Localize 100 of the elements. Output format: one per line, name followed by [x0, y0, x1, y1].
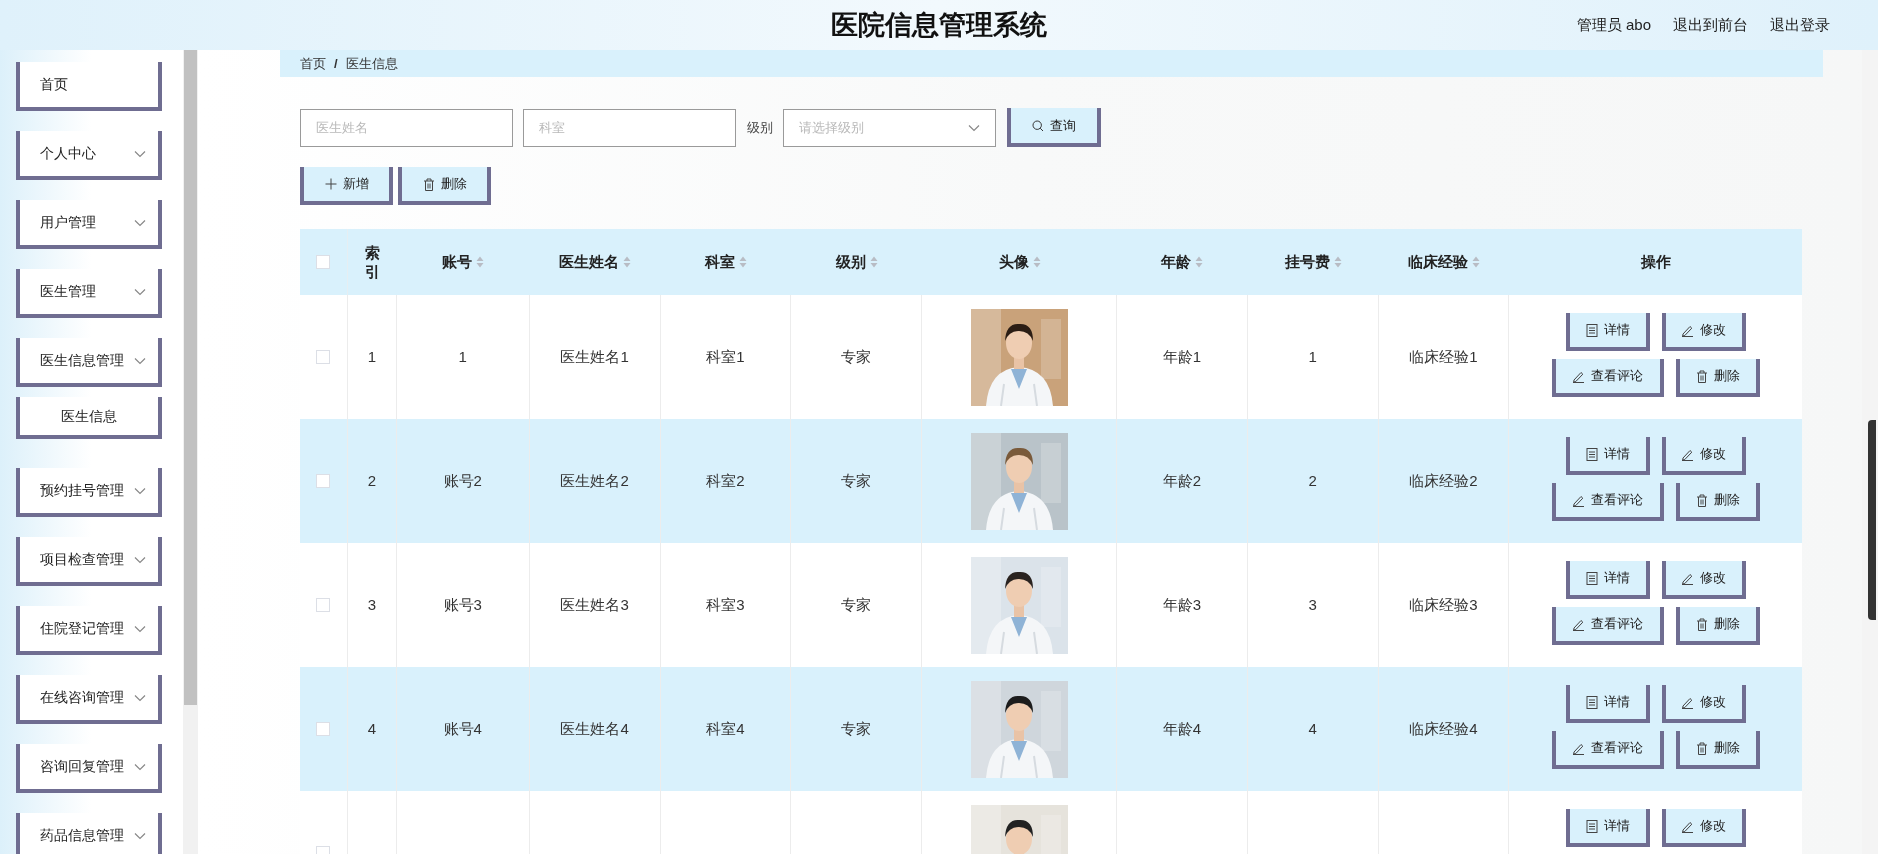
sidebar-item[interactable]: 医生管理 [16, 269, 162, 318]
sort-icon[interactable] [1472, 256, 1480, 268]
sidebar-item-label: 住院登记管理 [40, 619, 124, 638]
search-icon [1032, 119, 1044, 132]
trash-icon [1695, 369, 1708, 383]
sort-icon[interactable] [1333, 256, 1342, 268]
detail-button[interactable]: 详情 [1565, 313, 1650, 351]
detail-button[interactable]: 详情 [1565, 437, 1650, 475]
sidebar-item[interactable]: 用户管理 [16, 200, 162, 249]
comments-button[interactable]: 查看评论 [1551, 359, 1664, 397]
sort-icon[interactable] [1195, 256, 1204, 268]
pencil-icon [1681, 323, 1695, 337]
doctor-name-field[interactable]: 医生姓名 [300, 108, 513, 147]
sidebar-item-label: 预约挂号管理 [40, 481, 124, 500]
sidebar-item[interactable]: 药品信息管理 [16, 813, 162, 854]
detail-button[interactable]: 详情 [1565, 685, 1650, 723]
table-header-cell[interactable]: 挂号费 [1247, 229, 1379, 295]
header-link[interactable]: 管理员 abo [1576, 13, 1651, 37]
table-header-cell[interactable]: 医生姓名 [529, 229, 661, 295]
sidebar-item-label: 咨询回复管理 [40, 757, 124, 776]
plus-icon [324, 178, 337, 190]
edit-button[interactable]: 修改 [1661, 437, 1746, 475]
sidebar-item-label: 项目检查管理 [40, 550, 124, 569]
document-icon [1585, 447, 1598, 461]
sidebar-item-label: 在线咨询管理 [40, 688, 124, 707]
edit-button[interactable]: 修改 [1661, 561, 1746, 599]
detail-button[interactable]: 详情 [1565, 561, 1650, 599]
checkbox[interactable] [316, 598, 331, 612]
sidebar-item[interactable]: 在线咨询管理 [16, 675, 162, 724]
checkbox[interactable] [316, 722, 331, 736]
sort-icon[interactable] [738, 256, 747, 268]
page-scrollbar[interactable] [1862, 50, 1878, 854]
table-header-cell[interactable]: 级别 [791, 229, 923, 295]
header-link[interactable]: 退出到前台 [1673, 13, 1748, 37]
pencil-icon [1681, 571, 1695, 585]
breadcrumb-item: / [334, 54, 338, 73]
pencil-icon [1572, 617, 1586, 631]
table-header-cell[interactable]: 年龄 [1116, 229, 1248, 295]
checkbox[interactable] [316, 350, 331, 364]
sort-icon[interactable] [1032, 256, 1041, 268]
breadcrumb-item[interactable]: 首页 [300, 53, 326, 74]
pencil-icon [1572, 741, 1586, 755]
detail-button[interactable]: 详情 [1565, 809, 1650, 847]
search-button[interactable]: 查询 [1007, 108, 1101, 147]
sort-icon[interactable] [869, 256, 878, 268]
level-label: 级别 [747, 118, 773, 137]
pencil-icon [1572, 493, 1586, 507]
table-header-cell[interactable]: 头像 [922, 229, 1117, 295]
comments-button[interactable]: 查看评论 [1551, 483, 1664, 521]
pencil-icon [1681, 695, 1695, 709]
scrollbar[interactable] [183, 50, 198, 854]
table-header-cell[interactable]: 临床经验 [1378, 229, 1510, 295]
app-title: 医院信息管理系统 [831, 8, 1047, 42]
delete-button[interactable]: 删除 [1675, 731, 1760, 769]
table-header-cell[interactable]: 科室 [660, 229, 792, 295]
sort-icon[interactable] [623, 256, 632, 268]
sidebar-subitem[interactable]: 医生信息 [16, 397, 162, 439]
pencil-icon [1681, 447, 1695, 461]
sidebar-item[interactable]: 医生信息管理 [16, 338, 162, 387]
sidebar-item-label: 药品信息管理 [40, 826, 124, 845]
sidebar-item[interactable]: 咨询回复管理 [16, 744, 162, 793]
sidebar-item-label: 个人中心 [40, 144, 96, 163]
pencil-icon [1572, 369, 1586, 383]
pencil-icon [1681, 819, 1695, 833]
sidebar-item-label: 用户管理 [40, 213, 96, 232]
checkbox[interactable] [316, 255, 331, 269]
delete-button[interactable]: 删除 [398, 167, 491, 205]
trash-icon [422, 177, 435, 191]
sidebar-item[interactable]: 项目检查管理 [16, 537, 162, 586]
comments-button[interactable]: 查看评论 [1551, 731, 1664, 769]
document-icon [1585, 571, 1598, 585]
trash-icon [1695, 741, 1708, 755]
trash-icon [1695, 617, 1708, 631]
trash-icon [1695, 493, 1708, 507]
sidebar-item-label: 首页 [40, 75, 68, 94]
edit-button[interactable]: 修改 [1661, 313, 1746, 351]
document-icon [1585, 695, 1598, 709]
checkbox[interactable] [316, 474, 331, 488]
comments-button[interactable]: 查看评论 [1551, 607, 1664, 645]
table-header-cell-text: 索引 [363, 242, 381, 282]
sidebar-item[interactable]: 住院登记管理 [16, 606, 162, 655]
sidebar-item-label: 医生信息管理 [40, 351, 124, 370]
department-field[interactable]: 科室 [523, 108, 736, 147]
sidebar-item-label: 医生管理 [40, 282, 96, 301]
table-header-cell[interactable]: 账号 [396, 229, 530, 295]
breadcrumb-item: 医生信息 [345, 54, 398, 73]
sidebar-item[interactable]: 预约挂号管理 [16, 468, 162, 517]
document-icon [1585, 819, 1598, 833]
header-link[interactable]: 退出登录 [1770, 13, 1830, 37]
delete-button[interactable]: 删除 [1675, 483, 1760, 521]
sort-icon[interactable] [476, 256, 485, 268]
document-icon [1585, 323, 1598, 337]
chevron-down-icon [968, 123, 980, 132]
add-button[interactable]: 新增 [300, 167, 393, 205]
sidebar-item[interactable]: 首页 [16, 62, 162, 111]
edit-button[interactable]: 修改 [1661, 685, 1746, 723]
delete-button[interactable]: 删除 [1675, 607, 1760, 645]
delete-button[interactable]: 删除 [1675, 359, 1760, 397]
edit-button[interactable]: 修改 [1661, 809, 1746, 847]
sidebar-item[interactable]: 个人中心 [16, 131, 162, 180]
